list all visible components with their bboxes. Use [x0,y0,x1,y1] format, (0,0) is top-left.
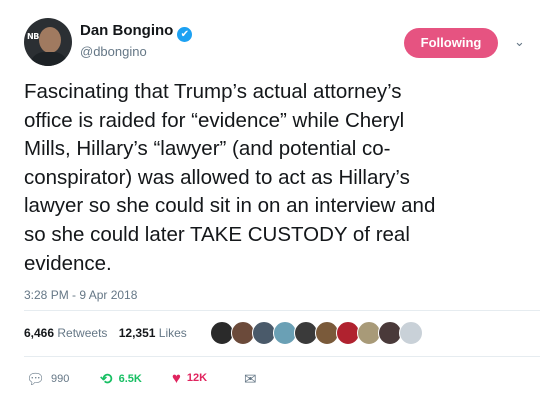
avatar-badge: NB [27,32,39,41]
likes-count: 12,351 [118,326,156,340]
chevron-down-icon[interactable]: ⌄ [514,34,525,50]
author-name-row[interactable]: Dan Bongino ✔ [80,22,193,42]
author-name[interactable]: Dan Bongino [80,22,173,39]
direct-message-button[interactable]: ✉ [244,370,263,388]
retweets-count: 6,466 [24,326,55,340]
divider [24,310,540,311]
following-button[interactable]: Following [404,28,498,58]
reply-icon: 💬︎ [26,371,46,388]
liker-avatar[interactable] [399,321,423,345]
reply-count: 990 [51,373,70,385]
heart-icon: ♥ [172,370,181,387]
reply-button[interactable]: 💬︎ 990 [26,370,69,388]
author-avatar[interactable]: NB [24,18,72,66]
likes-label: Likes [158,326,187,340]
like-count: 12K [186,372,208,384]
avatar-shirt [30,52,68,66]
tweet-timestamp[interactable]: 3:28 PM - 9 Apr 2018 [24,288,137,302]
author-handle[interactable]: @dbongino [80,44,147,59]
envelope-icon: ✉ [244,371,257,388]
likes-stat[interactable]: 12,351 Likes [119,326,187,340]
like-button[interactable]: ♥ 12K [172,370,207,387]
divider [24,356,540,357]
tweet-stats: 6,466 Retweets 12,351 Likes [24,326,187,340]
retweet-icon: ⟲ [100,371,113,388]
verified-check-icon: ✔ [177,27,193,42]
retweet-button[interactable]: ⟲ 6.5K [100,370,142,388]
retweets-stat[interactable]: 6,466 Retweets [24,326,107,340]
liker-avatars [210,321,470,345]
avatar-face [39,27,61,53]
retweet-count: 6.5K [118,373,142,385]
tweet-text: Fascinating that Trump’s actual attorney… [24,80,436,275]
retweets-label: Retweets [57,326,108,340]
